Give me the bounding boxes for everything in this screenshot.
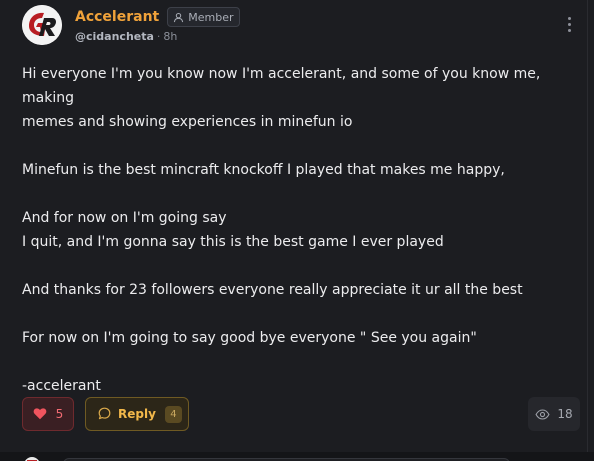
user-icon bbox=[173, 12, 184, 23]
post-header: Accelerant Member @cidancheta · 8h bbox=[22, 3, 241, 47]
eye-icon bbox=[535, 405, 550, 424]
gr-logo-icon bbox=[22, 5, 62, 45]
post-time: 8h bbox=[163, 29, 178, 43]
post-body: Hi everyone I'm you know now I'm acceler… bbox=[22, 62, 582, 398]
view-count: 18 bbox=[557, 407, 573, 421]
post-paragraph: Hi everyone I'm you know now I'm acceler… bbox=[22, 66, 541, 130]
post-paragraph: For now on I'm going to say good bye eve… bbox=[22, 330, 477, 346]
post-paragraph: And thanks for 23 followers everyone rea… bbox=[22, 282, 523, 298]
post-paragraph: Minefun is the best mincraft knockoff I … bbox=[22, 162, 505, 178]
author-meta: @cidancheta · 8h bbox=[75, 28, 240, 44]
like-count: 5 bbox=[55, 407, 64, 421]
reply-count-badge: 4 bbox=[164, 405, 182, 423]
author-row: Accelerant Member bbox=[75, 6, 241, 28]
avatar[interactable] bbox=[22, 5, 62, 45]
heart-icon bbox=[33, 405, 47, 424]
like-button[interactable]: 5 bbox=[22, 397, 74, 431]
reply-composer-strip bbox=[0, 452, 594, 461]
author-handle[interactable]: @cidancheta bbox=[75, 30, 154, 43]
reply-label: Reply bbox=[118, 407, 156, 421]
composer-avatar bbox=[24, 457, 40, 461]
author-name[interactable]: Accelerant bbox=[75, 9, 159, 25]
more-vertical-icon[interactable] bbox=[562, 14, 576, 34]
chat-bubble-icon bbox=[98, 405, 111, 424]
post-paragraph: And for now on I'm going say I quit, and… bbox=[22, 210, 444, 250]
role-label: Member bbox=[188, 10, 234, 24]
author-block: Accelerant Member @cidancheta · 8h bbox=[75, 6, 241, 44]
role-badge: Member bbox=[167, 7, 241, 27]
meta-separator: · bbox=[156, 29, 161, 43]
view-counter: 18 bbox=[528, 397, 580, 431]
post-paragraph: -accelerant bbox=[22, 378, 101, 394]
reply-button[interactable]: Reply 4 bbox=[85, 397, 189, 431]
post-card: Accelerant Member @cidancheta · 8h Hi ev… bbox=[0, 0, 594, 461]
post-actions: 5 Reply 4 18 bbox=[22, 397, 587, 431]
